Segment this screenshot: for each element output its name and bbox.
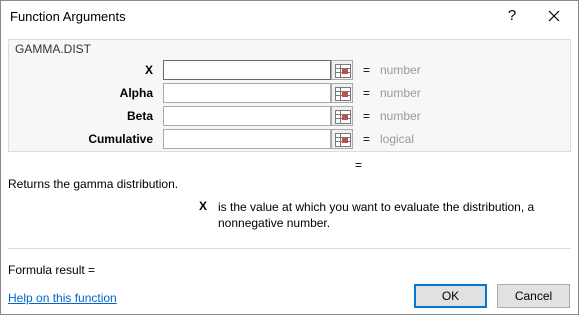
title-bar: Function Arguments ? (1, 1, 578, 33)
dialog-title: Function Arguments (10, 9, 126, 24)
function-result-equals: = (355, 158, 363, 172)
arg-hint-x: number (380, 63, 421, 77)
cancel-button[interactable]: Cancel (497, 284, 570, 308)
collapse-dialog-button-cumulative[interactable] (331, 129, 353, 149)
arg-hint-cumulative: logical (380, 132, 415, 146)
arg-label-cumulative: Cumulative (88, 132, 153, 146)
arg-equals-alpha: = (363, 86, 371, 100)
collapse-dialog-icon (335, 64, 351, 78)
arg-label-alpha: Alpha (119, 86, 153, 100)
close-icon (548, 10, 560, 22)
collapse-dialog-button-alpha[interactable] (331, 83, 353, 103)
arg-label-beta: Beta (126, 109, 153, 123)
collapse-dialog-button-beta[interactable] (331, 106, 353, 126)
argument-help-name: X (199, 199, 208, 213)
close-button[interactable] (541, 5, 567, 27)
argument-help-text: is the value at which you want to evalua… (218, 200, 535, 230)
divider (8, 248, 571, 249)
formula-result: Formula result = (8, 263, 96, 277)
help-button[interactable]: ? (501, 5, 523, 27)
collapse-dialog-icon (335, 110, 351, 124)
arg-input-alpha[interactable] (163, 83, 331, 103)
arguments-group: GAMMA.DIST X = number Alpha = number Bet… (8, 39, 571, 152)
arg-input-cumulative[interactable] (163, 129, 331, 149)
arg-input-x[interactable] (163, 60, 331, 80)
help-on-function-link[interactable]: Help on this function (8, 291, 117, 305)
arg-hint-beta: number (380, 109, 421, 123)
collapse-dialog-icon (335, 133, 351, 147)
function-arguments-dialog: Function Arguments ? GAMMA.DIST X = numb… (0, 0, 579, 315)
arg-label-x: X (144, 63, 153, 77)
collapse-dialog-icon (335, 87, 351, 101)
function-name: GAMMA.DIST (15, 42, 92, 56)
arg-equals-beta: = (363, 109, 371, 123)
arg-equals-cumulative: = (363, 132, 371, 146)
arg-hint-alpha: number (380, 86, 421, 100)
ok-button[interactable]: OK (414, 284, 487, 308)
collapse-dialog-button-x[interactable] (331, 60, 353, 80)
function-description: Returns the gamma distribution. (8, 177, 179, 191)
arg-input-beta[interactable] (163, 106, 331, 126)
arg-equals-x: = (363, 63, 371, 77)
